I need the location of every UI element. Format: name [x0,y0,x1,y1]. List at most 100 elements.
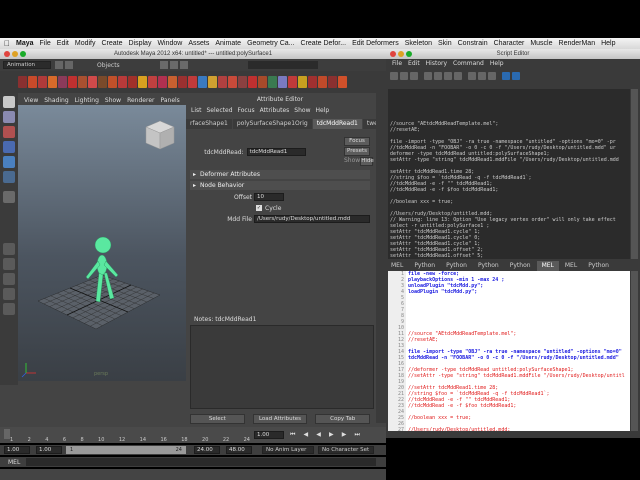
show-button[interactable]: Show [344,157,360,166]
menu-display[interactable]: Display [129,40,152,47]
ae-menu-help[interactable]: Help [315,107,329,116]
mode-dropdown[interactable]: Animation [3,61,51,69]
shelf-cache-icon[interactable] [208,76,217,88]
shelf-curve-icon[interactable] [78,76,87,88]
line-numbers-icon[interactable] [478,72,486,80]
snap-curve-icon[interactable] [169,61,178,69]
menu-skeleton[interactable]: Skeleton [405,40,432,47]
script-tab[interactable]: Python [409,261,441,271]
move-tool-icon[interactable] [3,141,15,153]
notes-field[interactable] [190,325,374,409]
viewport-menu-renderer[interactable]: Renderer [127,97,154,104]
layout-four-icon[interactable] [3,258,15,270]
time-slider[interactable]: 1 2 4 6 8 10 12 14 16 18 20 22 24 1.00 ⏮… [0,427,386,443]
play-back-icon[interactable]: ◀ [316,431,321,439]
offset-field[interactable]: 10 [254,193,284,201]
step-back-icon[interactable]: ◀ [304,431,309,439]
apple-icon[interactable]:  [4,39,10,48]
tab-tdcmddread1[interactable]: tdcMddRead1 [312,119,362,129]
ae-menu-show[interactable]: Show [294,107,310,116]
menu-renderman[interactable]: RenderMan [559,40,596,47]
playback-end-field[interactable]: 24.00 [194,446,220,454]
script-tab[interactable]: MEL [536,261,559,271]
range-end-field[interactable]: 48.00 [226,446,252,454]
script-tab[interactable]: Python [504,261,536,271]
source-script-icon[interactable] [400,72,408,80]
select-tool-icon[interactable] [3,96,15,108]
shelf-lattice-icon[interactable] [128,76,137,88]
mdd-file-field[interactable]: /Users/rudy/Desktop/untitled.mdd [254,215,370,223]
se-menu-file[interactable]: File [392,60,402,69]
ae-menu-list[interactable]: List [191,107,202,116]
script-tab[interactable]: Python [583,261,614,271]
menu-geometry-cache[interactable]: Geometry Ca... [247,40,294,47]
menu-character[interactable]: Character [494,40,525,47]
shelf-script-icon[interactable] [328,76,337,88]
menu-edit-deformers[interactable]: Edit Deformers [352,40,399,47]
step-forward-icon[interactable]: ▶ [342,431,347,439]
menu-modify[interactable]: Modify [75,40,96,47]
play-forward-icon[interactable]: ▶ [329,431,334,439]
shelf-joint-icon[interactable] [88,76,97,88]
shelf-light-icon[interactable] [138,76,147,88]
open-scene-icon[interactable] [55,61,63,69]
paint-select-icon[interactable] [3,126,15,138]
command-language-label[interactable]: MEL [8,459,20,466]
shelf-sculpt-icon[interactable] [178,76,187,88]
layout-hypershade-icon[interactable] [3,303,15,315]
se-menu-edit[interactable]: Edit [408,60,420,69]
shelf-cone-icon[interactable] [48,76,57,88]
execute-all-icon[interactable] [502,72,510,80]
load-attributes-button[interactable]: Load Attributes [252,414,308,424]
clear-history-icon[interactable] [434,72,442,80]
menu-create-deformers[interactable]: Create Defor... [301,40,347,47]
node-name-field[interactable]: tdcMddRead1 [246,148,306,156]
shelf-plane-icon[interactable] [58,76,67,88]
app-menu-maya[interactable]: Maya [16,40,34,47]
shelf-outliner-icon[interactable] [318,76,327,88]
shelf-wire-icon[interactable] [168,76,177,88]
shelf-blend-icon[interactable] [148,76,157,88]
shelf-dope-icon[interactable] [248,76,257,88]
close-icon[interactable] [4,51,10,57]
clear-input-icon[interactable] [444,72,452,80]
cycle-checkbox[interactable]: ✓ [256,205,262,211]
select-button[interactable]: Select [190,414,245,424]
ae-menu-attributes[interactable]: Attributes [260,107,290,116]
layout-single-icon[interactable] [3,243,15,255]
lasso-tool-icon[interactable] [3,111,15,123]
menu-muscle[interactable]: Muscle [530,40,552,47]
menu-file[interactable]: File [40,40,51,47]
viewport-menu-shading[interactable]: Shading [44,97,68,104]
script-input-panel[interactable]: 1 2 3 4 5 6 7 8 9 10 11 12 13 14 15 16 17 18 19 20 21 22 23 24 2… [388,271,630,431]
menu-constrain[interactable]: Constrain [458,40,488,47]
se-menu-command[interactable]: Command [453,60,484,69]
perspective-viewport[interactable]: persp [18,105,186,381]
menu-assets[interactable]: Assets [188,40,209,47]
shelf-bind-icon[interactable] [108,76,117,88]
menu-window[interactable]: Window [157,40,182,47]
shelf-sphere-icon[interactable] [18,76,27,88]
se-menu-help[interactable]: Help [490,60,504,69]
menu-animate[interactable]: Animate [215,40,241,47]
save-script-icon[interactable] [410,72,418,80]
menu-edit[interactable]: Edit [57,40,69,47]
execute-selected-icon[interactable] [512,72,520,80]
hide-button[interactable]: Hide [360,157,374,166]
scale-tool-icon[interactable] [3,171,15,183]
script-history-panel[interactable]: //source "AEtdcMddReadTemplate.mel";//re… [388,89,630,259]
shelf-cube-icon[interactable] [28,76,37,88]
menu-create[interactable]: Create [101,40,122,47]
shelf-jiggle-icon[interactable] [188,76,197,88]
shelf-trax-icon[interactable] [258,76,267,88]
ae-menu-focus[interactable]: Focus [238,107,255,116]
script-tab[interactable]: Python [472,261,504,271]
script-code[interactable]: file -new -force; playbackOptions -min 1 … [406,271,630,431]
zoom-icon[interactable] [20,51,26,57]
history-scrollbar[interactable] [631,89,638,259]
shelf-cylinder-icon[interactable] [38,76,47,88]
shelf-hypershade-icon[interactable] [308,76,317,88]
playback-start-field[interactable]: 1.00 [36,446,62,454]
tab-polysurfaceshape1orig[interactable]: polySurfaceShape1Orig [232,119,312,129]
shelf-constraint-icon[interactable] [218,76,227,88]
